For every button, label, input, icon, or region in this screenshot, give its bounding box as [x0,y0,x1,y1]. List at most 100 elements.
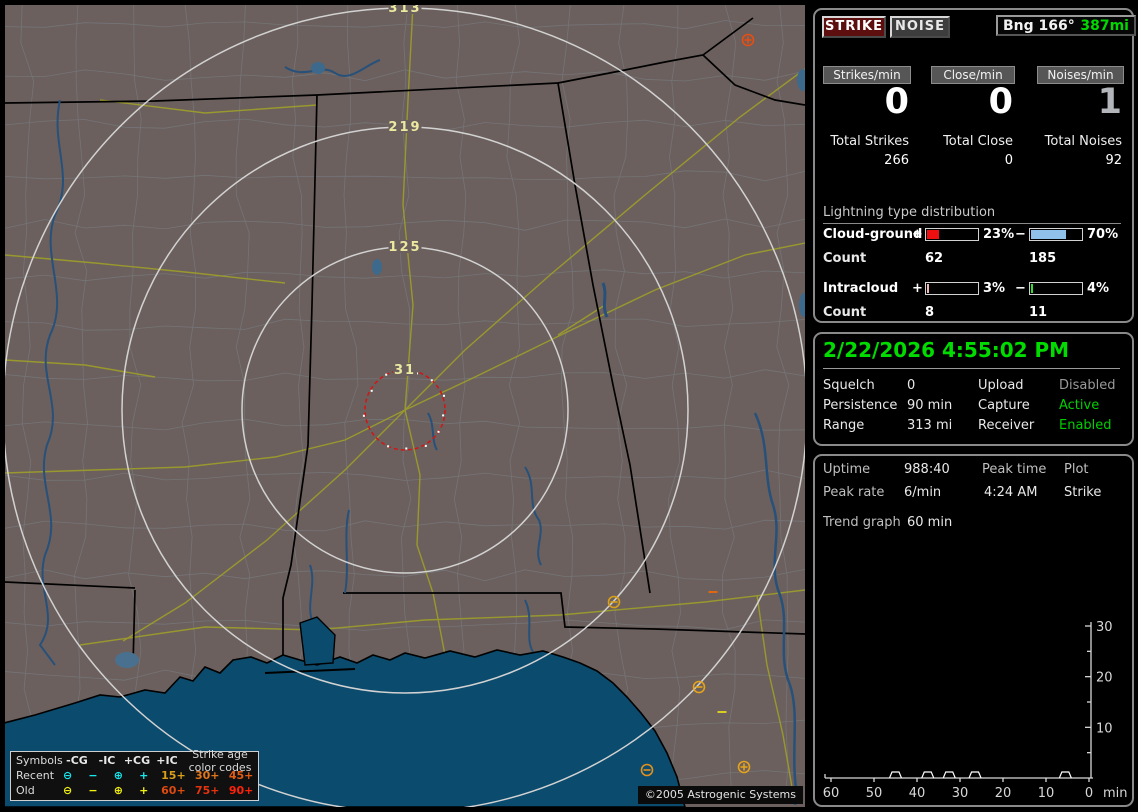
svg-text:50: 50 [866,786,883,801]
upload-label: Upload [978,378,1024,393]
svg-text:125: 125 [388,240,421,255]
legend-col--ic: -IC [98,754,116,767]
map-canvas[interactable]: 31 125 219 313 Symbols -CG -IC +CG +IC Stri… [5,5,805,807]
strike-age-code: 45+ [228,769,254,782]
symbols-legend: Symbols -CG -IC +CG +IC Strike age color… [10,748,259,801]
peak-time-label: Peak time [982,462,1047,477]
ic-plus-pct: 3% [983,281,1006,296]
svg-text:60: 60 [823,786,840,801]
capture-value: Active [1059,398,1100,413]
legend-header-row: Symbols -CG -IC +CG +IC Strike age color… [11,748,258,774]
legend-symbols-header: Symbols [16,754,63,767]
trend-window-value: 60 min [907,515,953,530]
svg-text:min: min [1103,786,1128,801]
legend-col--cg: -CG [66,754,88,767]
status-panel: 2/22/2026 4:55:02 PM Squelch 0 Upload Di… [813,332,1134,446]
trend-graph: 10 20 30 60 50 40 30 20 10 0 min [823,620,1128,801]
squelch-value: 0 [907,378,916,393]
bearing-distance: 387mi [1080,17,1129,34]
ic-minus-count: 11 [1029,305,1048,320]
strikes-per-min-value: 0 [884,82,909,122]
plus-sign: + [912,227,923,242]
legend-symbol-cg-minus-icon: ⊖ [63,784,73,797]
strike-age-code: 90+ [228,784,254,797]
legend-symbol-cg-plus-icon: ⊕ [113,769,123,782]
cg-plus-count: 62 [925,251,944,266]
total-noises-label: Total Noises [1044,134,1122,149]
strike-age-code: 75+ [194,784,220,797]
total-noises-value: 92 [1105,153,1122,168]
total-strikes-label: Total Strikes [830,134,909,149]
plot-value: Strike [1064,485,1102,500]
trend-graph-label: Trend graph [823,515,901,530]
intracloud-row: Intracloud + 3% − 4% [815,281,1132,296]
legend-symbol-cg-plus-icon: ⊕ [113,784,123,797]
svg-text:30: 30 [952,786,969,801]
legend-symbol-ic-minus-icon: − [88,784,98,797]
cg-plus-pct: 23% [983,227,1015,242]
total-close-label: Total Close [943,134,1013,149]
count-label: Count [823,251,867,266]
uptime-value: 988:40 [904,462,950,477]
uptime-label: Uptime [823,462,871,477]
ic-plus-count: 8 [925,305,935,320]
lakes-layer [115,62,805,715]
svg-text:10: 10 [1038,786,1055,801]
svg-text:31: 31 [394,363,416,378]
svg-text:313: 313 [388,5,421,16]
ic-minus-pct: 4% [1087,281,1110,296]
total-strikes-value: 266 [884,153,909,168]
svg-text:219: 219 [388,120,421,135]
total-close-value: 0 [1004,153,1013,168]
squelch-label: Squelch [823,378,875,393]
receiver-value: Enabled [1059,418,1112,433]
count-label: Count [823,305,867,320]
ic-plus-bar [925,282,979,295]
plus-sign: + [912,281,923,296]
peak-rate-value: 6/min [904,485,942,500]
strike-button[interactable]: STRIKE [822,16,886,38]
svg-text:20: 20 [1096,671,1113,686]
legend-symbol-ic-plus-icon: + [139,784,149,797]
distribution-header: Lightning type distribution [823,205,1121,224]
noise-button[interactable]: NOISE [890,16,950,38]
svg-text:20: 20 [995,786,1012,801]
receiver-label: Receiver [978,418,1035,433]
svg-text:10: 10 [1096,721,1113,736]
cg-plus-bar [925,228,979,241]
range-label: Range [823,418,865,433]
bearing-value: Bng 166° [1003,17,1075,34]
legend-row-label: Old [16,784,35,797]
state-borders [5,17,805,666]
legend-col-+ic: +IC [156,754,178,767]
svg-text:0: 0 [1085,786,1093,801]
legend-row-old: Old ⊖ − ⊕ +60+ 75+ 90+ [11,783,258,798]
cg-minus-bar [1029,228,1083,241]
strike-age-code: 15+ [161,769,186,782]
cloud-ground-count-row: Count 62 185 [815,251,1132,266]
strike-stats-panel: STRIKE NOISE Bng 166° 387mi Strikes/min … [813,8,1136,323]
peak-rate-label: Peak rate [823,485,885,500]
legend-row-recent: Recent ⊖ − ⊕ +15+ 30+ 45+ [11,768,258,783]
range-value: 313 mi [907,418,953,433]
cloud-ground-row: Cloud-ground + 23% − 70% [815,227,1132,242]
svg-text:30: 30 [1096,620,1113,635]
persistence-value: 90 min [907,398,953,413]
peak-time-value: 4:24 AM [984,485,1038,500]
bearing-display: Bng 166° 387mi [996,15,1136,36]
intracloud-count-row: Count 8 11 [815,305,1132,320]
legend-col-+cg: +CG [123,754,151,767]
copyright-text: ©2005 Astrogenic Systems [637,786,803,804]
datetime-display: 2/22/2026 4:55:02 PM [823,338,1120,369]
cg-minus-pct: 70% [1087,227,1119,242]
intracloud-label: Intracloud [823,281,899,296]
cloud-ground-label: Cloud-ground [823,227,923,242]
legend-symbol-ic-minus-icon: − [88,769,98,782]
strike-markers [607,33,755,777]
legend-row-label: Recent [16,769,55,782]
strike-age-code: 30+ [194,769,220,782]
legend-symbol-ic-plus-icon: + [139,769,149,782]
svg-text:40: 40 [909,786,926,801]
strike-age-code: 60+ [161,784,186,797]
app-window: 31 125 219 313 Symbols -CG -IC +CG +IC Stri… [0,0,1138,812]
